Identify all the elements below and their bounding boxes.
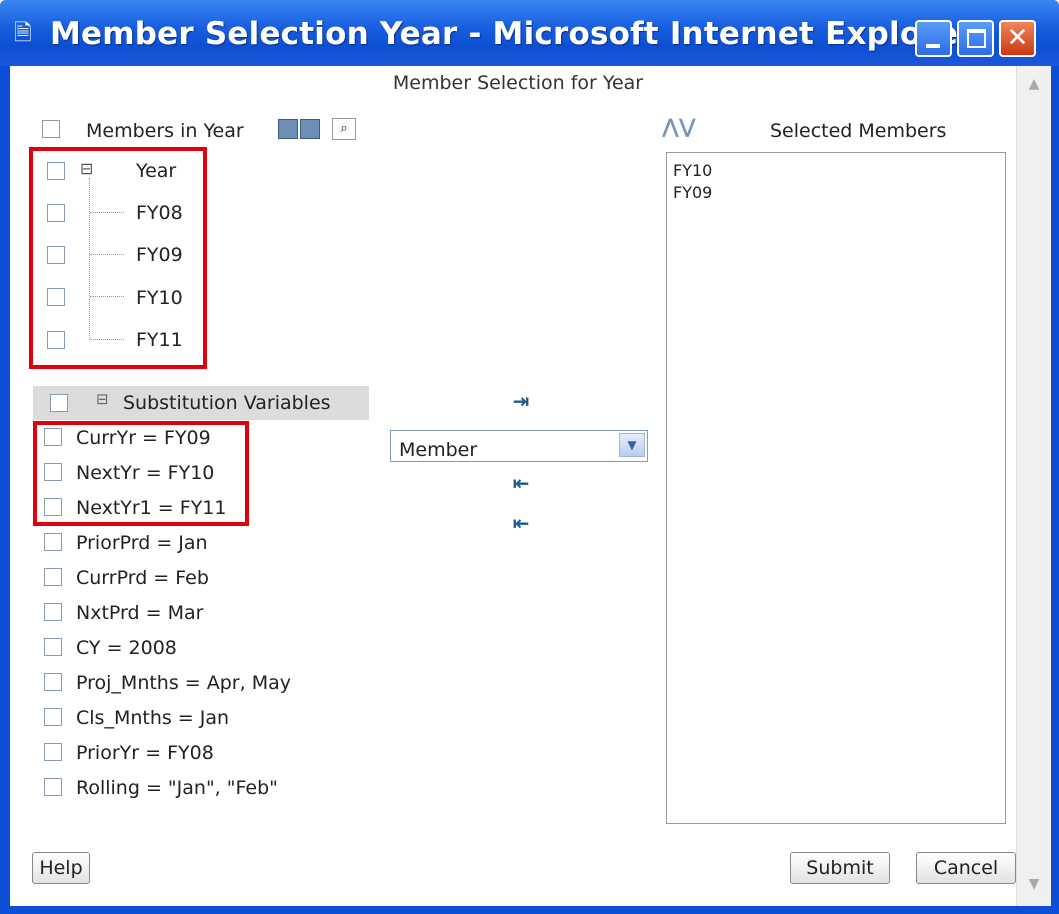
minimize-icon	[917, 22, 950, 55]
minimize-button[interactable]	[915, 20, 952, 57]
scroll-up-icon[interactable]: ▲	[1025, 76, 1043, 94]
collapse-all-icon[interactable]	[300, 119, 320, 139]
subvar-label[interactable]: Rolling = "Jan", "Feb"	[76, 777, 278, 799]
vertical-scrollbar[interactable]: ▲ ▼	[1016, 66, 1051, 906]
list-item[interactable]: FY09	[673, 183, 712, 202]
subvar-checkbox[interactable]	[44, 743, 62, 761]
submit-button[interactable]: Submit	[790, 852, 890, 884]
binoculars-search-icon[interactable]: ⌕	[332, 118, 356, 140]
move-up-down-arrows-icon[interactable]: ⋀⋁	[662, 114, 696, 138]
subvar-label[interactable]: NxtPrd = Mar	[76, 602, 203, 624]
help-button[interactable]: Help	[32, 852, 90, 884]
remove-member-icon[interactable]: ⇤	[508, 470, 534, 496]
close-button[interactable]: ✕	[999, 20, 1036, 57]
subvars-header-label: Substitution Variables	[123, 392, 331, 414]
selected-members-list[interactable]: FY10 FY09	[666, 152, 1006, 824]
subvar-checkbox[interactable]	[44, 673, 62, 691]
subvar-label[interactable]: PriorPrd = Jan	[76, 532, 208, 554]
add-member-icon[interactable]: ⇥	[508, 388, 534, 414]
member-function-select[interactable]: Member ▼	[390, 430, 648, 462]
members-in-year-checkbox[interactable]	[42, 120, 60, 138]
expand-all-icon[interactable]	[278, 119, 298, 139]
subvar-checkbox[interactable]	[44, 708, 62, 726]
members-in-year-label: Members in Year	[86, 120, 244, 142]
list-item[interactable]: FY10	[673, 161, 712, 180]
subvar-label[interactable]: Cls_Mnths = Jan	[76, 707, 229, 729]
subvar-checkbox[interactable]	[44, 778, 62, 796]
highlight-year-tree	[29, 147, 207, 369]
frame-title: Member Selection for Year	[392, 72, 644, 94]
ie-window: 🗎 Member Selection Year - Microsoft Inte…	[0, 0, 1059, 914]
close-icon: ✕	[1006, 23, 1029, 53]
ie-page-icon: 🗎	[14, 21, 32, 46]
selected-members-label: Selected Members	[770, 120, 947, 142]
subvar-label[interactable]: CY = 2008	[76, 637, 177, 659]
subvar-checkbox[interactable]	[44, 638, 62, 656]
subvar-checkbox[interactable]	[44, 568, 62, 586]
scroll-down-icon[interactable]: ▼	[1025, 876, 1043, 894]
dialog-content: Member Selection for Year Members in Yea…	[10, 66, 1026, 906]
cancel-button[interactable]: Cancel	[916, 852, 1016, 884]
subvars-checkbox[interactable]	[50, 394, 68, 412]
subvar-checkbox[interactable]	[44, 533, 62, 551]
member-function-value: Member	[399, 439, 478, 461]
maximize-icon	[959, 22, 992, 55]
highlight-subvars	[33, 421, 249, 526]
subvar-label[interactable]: CurrPrd = Feb	[76, 567, 209, 589]
maximize-button[interactable]	[957, 20, 994, 57]
remove-all-members-icon[interactable]: ⇤	[508, 510, 534, 536]
chevron-down-icon[interactable]: ▼	[619, 433, 645, 457]
title-bar: 🗎 Member Selection Year - Microsoft Inte…	[0, 0, 1059, 66]
subvar-label[interactable]: Proj_Mnths = Apr, May	[76, 672, 291, 694]
subvar-checkbox[interactable]	[44, 603, 62, 621]
subvars-expander-icon[interactable]: ⊟	[96, 390, 109, 408]
subvar-label[interactable]: PriorYr = FY08	[76, 742, 214, 764]
window-title: Member Selection Year - Microsoft Intern…	[50, 16, 974, 52]
